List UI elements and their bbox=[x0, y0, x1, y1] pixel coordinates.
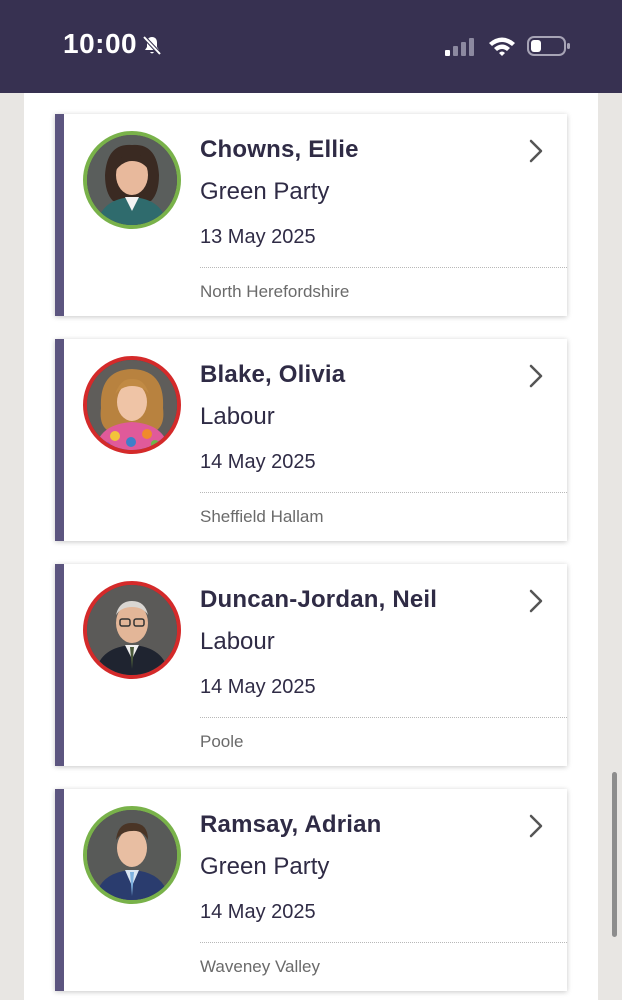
divider bbox=[200, 717, 567, 718]
chevron-right-icon[interactable] bbox=[527, 138, 545, 164]
divider bbox=[200, 942, 567, 943]
member-card[interactable]: Chowns, Ellie Green Party 13 May 2025 No… bbox=[55, 114, 567, 316]
divider bbox=[200, 492, 567, 493]
member-party: Green Party bbox=[200, 178, 330, 205]
status-bar: 10:00 bbox=[0, 0, 622, 93]
member-party: Labour bbox=[200, 628, 275, 655]
chevron-right-icon[interactable] bbox=[527, 363, 545, 389]
member-card[interactable]: Ramsay, Adrian Green Party 14 May 2025 W… bbox=[55, 789, 567, 991]
member-party: Labour bbox=[200, 403, 275, 430]
member-card[interactable]: Blake, Olivia Labour 14 May 2025 Sheffie… bbox=[55, 339, 567, 541]
chevron-right-icon[interactable] bbox=[527, 813, 545, 839]
member-name: Chowns, Ellie bbox=[200, 136, 359, 163]
divider bbox=[200, 267, 567, 268]
wifi-icon bbox=[487, 35, 517, 57]
avatar bbox=[83, 806, 181, 904]
status-time: 10:00 bbox=[63, 28, 138, 59]
member-party: Green Party bbox=[200, 853, 330, 880]
member-constituency: Sheffield Hallam bbox=[200, 507, 324, 526]
member-date: 14 May 2025 bbox=[200, 451, 316, 473]
member-card[interactable]: Duncan-Jordan, Neil Labour 14 May 2025 P… bbox=[55, 564, 567, 766]
avatar bbox=[83, 131, 181, 229]
avatar bbox=[83, 581, 181, 679]
member-constituency: Waveney Valley bbox=[200, 957, 320, 976]
bell-slash-icon bbox=[140, 34, 164, 58]
member-name: Ramsay, Adrian bbox=[200, 811, 382, 838]
member-date: 13 May 2025 bbox=[200, 226, 316, 248]
member-date: 14 May 2025 bbox=[200, 676, 316, 698]
member-constituency: Poole bbox=[200, 732, 244, 751]
chevron-right-icon[interactable] bbox=[527, 588, 545, 614]
avatar bbox=[83, 356, 181, 454]
member-date: 14 May 2025 bbox=[200, 901, 316, 923]
member-constituency: North Herefordshire bbox=[200, 282, 350, 301]
member-name: Duncan-Jordan, Neil bbox=[200, 586, 438, 613]
scrollbar[interactable] bbox=[612, 772, 617, 937]
battery-icon bbox=[527, 35, 571, 57]
member-name: Blake, Olivia bbox=[200, 361, 346, 388]
member-list: Chowns, Ellie Green Party 13 May 2025 No… bbox=[24, 93, 598, 1000]
cellular-signal-icon bbox=[445, 36, 477, 58]
